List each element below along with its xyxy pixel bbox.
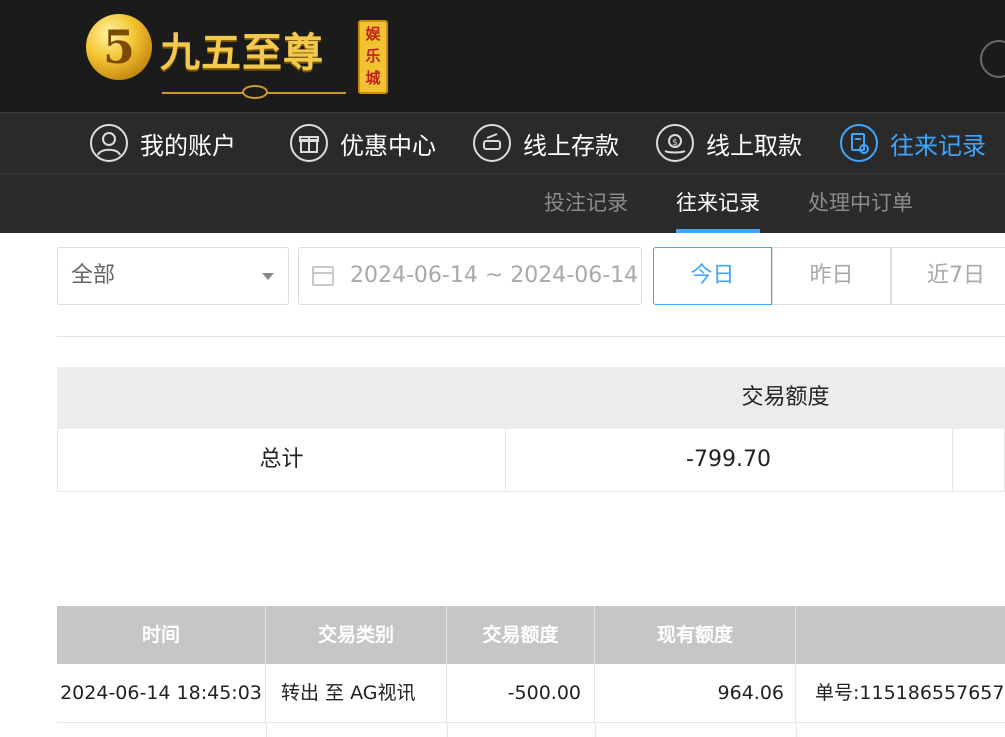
- logo-ornament: [162, 82, 346, 99]
- site-logo[interactable]: 5 九五至尊 娱乐城: [86, 14, 388, 99]
- column-amount: 交易额度: [447, 606, 595, 664]
- summary-header: 交易额度: [57, 367, 1005, 429]
- account-avatar-icon[interactable]: [980, 40, 1005, 78]
- brand-name: 九五至尊: [160, 29, 324, 76]
- summary-label: 总计: [58, 429, 506, 491]
- user-icon: [90, 124, 128, 162]
- chevron-down-icon: [262, 273, 274, 280]
- table-row-partial: [57, 722, 1005, 737]
- nav-item-withdraw[interactable]: $ 线上取款: [656, 113, 802, 173]
- calendar-icon: [312, 266, 334, 286]
- date-range-input[interactable]: 2024-06-14 ~ 2024-06-14: [298, 247, 642, 305]
- top-header: 5 九五至尊 娱乐城: [0, 0, 1005, 112]
- nav-item-records[interactable]: 往来记录: [840, 113, 986, 173]
- cell-note: 单号:115186557657: [815, 682, 1005, 704]
- deposit-icon: [473, 124, 511, 162]
- tab-bet-records[interactable]: 投注记录: [544, 174, 628, 233]
- last-7-days-button[interactable]: 近7日: [891, 247, 1005, 305]
- today-button[interactable]: 今日: [653, 247, 772, 305]
- date-range-value: 2024-06-14 ~ 2024-06-14: [350, 263, 639, 288]
- sub-nav: 投注记录 往来记录 处理中订单: [0, 173, 1005, 233]
- type-select[interactable]: 全部: [57, 247, 289, 305]
- records-table-header: 时间 交易类别 交易额度 现有额度: [57, 606, 1005, 664]
- divider: [57, 336, 1005, 337]
- gift-icon: [290, 124, 328, 162]
- table-row: 2024-06-14 18:45:03 转出 至 AG视讯 -500.00 96…: [57, 664, 1005, 723]
- column-type: 交易类别: [266, 606, 447, 664]
- main-nav: 我的账户 优惠中心 线上存款 $ 线上取款 往来记录: [0, 112, 1005, 173]
- column-balance: 现有额度: [595, 606, 796, 664]
- summary-total: -799.70: [505, 429, 953, 491]
- cell-time: 2024-06-14 18:45:03: [57, 664, 266, 722]
- cell-type: 转出 至 AG视讯: [266, 664, 447, 722]
- brand-stamp: 娱乐城: [358, 20, 388, 94]
- tab-transaction-records[interactable]: 往来记录: [676, 174, 760, 233]
- logo-coin-icon: 5: [86, 14, 152, 80]
- svg-text:$: $: [672, 138, 678, 148]
- records-icon: [840, 124, 878, 162]
- column-time: 时间: [57, 606, 266, 664]
- column-note: [796, 606, 1005, 664]
- nav-item-promotions[interactable]: 优惠中心: [290, 113, 436, 173]
- nav-item-deposit[interactable]: 线上存款: [473, 113, 619, 173]
- tab-pending-orders[interactable]: 处理中订单: [808, 174, 913, 233]
- cell-amount: -500.00: [447, 664, 595, 722]
- nav-item-my-account[interactable]: 我的账户: [90, 113, 236, 173]
- type-select-value: 全部: [71, 263, 116, 288]
- summary-column-amount: 交易额度: [741, 385, 830, 410]
- withdraw-icon: $: [656, 124, 694, 162]
- yesterday-button[interactable]: 昨日: [772, 247, 891, 305]
- cell-balance: 964.06: [595, 664, 796, 722]
- summary-row: 总计 -799.70: [57, 429, 1005, 492]
